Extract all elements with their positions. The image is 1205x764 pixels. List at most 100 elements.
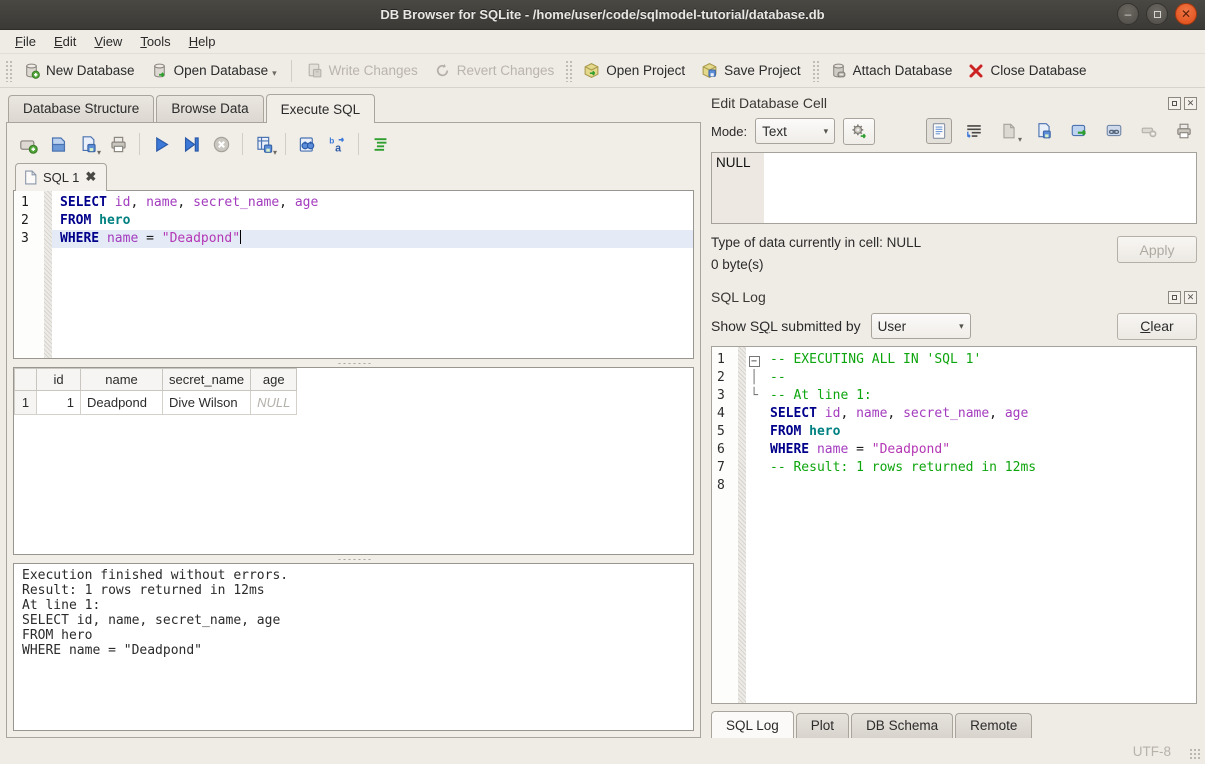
export-data-button[interactable]: [1031, 118, 1057, 144]
maximize-button[interactable]: [1146, 3, 1168, 25]
sql-code-area[interactable]: SELECT id, name, secret_name, age FROM h…: [52, 191, 693, 358]
splitter-results-message[interactable]: [11, 555, 696, 563]
open-database-dropdown-icon[interactable]: ▾: [272, 68, 277, 79]
new-database-button[interactable]: New Database: [15, 58, 143, 83]
apply-button[interactable]: Apply: [1117, 236, 1197, 263]
tab-plot[interactable]: Plot: [796, 713, 849, 738]
tab-database-structure[interactable]: Database Structure: [8, 95, 154, 122]
word-wrap-icon: [965, 122, 983, 140]
log-line: -- At line 1:: [762, 387, 1196, 405]
float-panel-button[interactable]: [1168, 97, 1181, 110]
resize-grip[interactable]: [1189, 748, 1201, 760]
encoding-indicator[interactable]: UTF-8: [1133, 744, 1171, 759]
column-header-name[interactable]: name: [81, 369, 163, 391]
float-panel-button[interactable]: [1168, 291, 1181, 304]
cell-secret-name[interactable]: Dive Wilson: [163, 391, 251, 415]
cell-editor[interactable]: NULL: [711, 152, 1197, 224]
cell-id[interactable]: 1: [37, 391, 81, 415]
replace-button[interactable]: ba: [324, 131, 350, 157]
table-row[interactable]: 1 1 Deadpond Dive Wilson NULL: [15, 391, 297, 415]
tab-browse-data[interactable]: Browse Data: [156, 95, 263, 122]
sql-tabbar: SQL 1 ✖: [11, 161, 696, 190]
new-sql-tab-button[interactable]: [15, 131, 41, 157]
close-database-button[interactable]: Close Database: [960, 59, 1094, 83]
log-line: SELECT id, name, secret_name, age: [762, 405, 1196, 423]
log-code-area: -- EXECUTING ALL IN 'SQL 1' -- -- At lin…: [762, 347, 1196, 703]
splitter-editor-results[interactable]: [11, 359, 696, 367]
execution-message[interactable]: Execution finished without errors. Resul…: [13, 563, 694, 731]
toolbar-drag-handle[interactable]: [812, 60, 819, 82]
revert-changes-button[interactable]: Revert Changes: [426, 58, 563, 83]
print-sql-button[interactable]: [105, 131, 131, 157]
column-header-age[interactable]: age: [251, 369, 297, 391]
menu-edit[interactable]: Edit: [45, 31, 85, 52]
save-sql-file-button[interactable]: ▾: [75, 131, 101, 157]
fold-collapse-icon[interactable]: −: [749, 356, 760, 367]
column-header-id[interactable]: id: [37, 369, 81, 391]
sql-editor[interactable]: 1 2 3 SELECT id, name, secret_name, age …: [13, 190, 694, 359]
log-line: -- EXECUTING ALL IN 'SQL 1': [762, 351, 1196, 369]
toolbar-drag-handle[interactable]: [5, 60, 12, 82]
word-wrap-button[interactable]: [961, 118, 987, 144]
menu-view[interactable]: View: [85, 31, 131, 52]
cell-toolbar: ▾: [926, 118, 1197, 144]
sql-tab-1[interactable]: SQL 1 ✖: [15, 163, 107, 191]
execute-all-button[interactable]: [148, 131, 174, 157]
mode-select[interactable]: Text ▾: [755, 118, 835, 144]
print-cell-button[interactable]: [1171, 118, 1197, 144]
set-null-icon: [1140, 122, 1158, 140]
toolbar-drag-handle[interactable]: [565, 60, 572, 82]
menu-help[interactable]: Help: [180, 31, 225, 52]
log-filter-select[interactable]: User ▾: [871, 313, 971, 339]
results-grid[interactable]: id name secret_name age 1 1 Deadpond Div…: [13, 367, 694, 555]
menu-tools[interactable]: Tools: [131, 31, 179, 52]
tab-sql-log[interactable]: SQL Log: [711, 711, 794, 738]
open-database-button[interactable]: Open Database ▾: [143, 58, 285, 83]
save-results-button[interactable]: ▾: [251, 131, 277, 157]
tab-db-schema[interactable]: DB Schema: [851, 713, 953, 738]
sql-log-viewer[interactable]: 1 2 3 4 5 6 7 8 − │ └: [711, 346, 1197, 704]
auto-switch-mode-button[interactable]: [843, 118, 875, 145]
find-button[interactable]: [294, 131, 320, 157]
menu-file[interactable]: File: [6, 31, 45, 52]
apply-cell-button[interactable]: [1066, 118, 1092, 144]
cell-age[interactable]: NULL: [251, 391, 297, 415]
set-null-button[interactable]: [1136, 118, 1162, 144]
attach-database-button[interactable]: Attach Database: [822, 58, 961, 83]
close-button[interactable]: ✕: [1175, 3, 1197, 25]
save-sql-dropdown-icon[interactable]: ▾: [97, 149, 101, 157]
print-icon: [109, 135, 128, 154]
open-project-button[interactable]: Open Project: [575, 58, 693, 83]
text-mode-button[interactable]: [926, 118, 952, 144]
row-number[interactable]: 1: [15, 391, 37, 415]
close-panel-button[interactable]: ✕: [1184, 291, 1197, 304]
database-new-icon: [23, 62, 40, 79]
write-changes-button[interactable]: Write Changes: [298, 58, 426, 83]
open-link-button[interactable]: [1101, 118, 1127, 144]
titlebar[interactable]: DB Browser for SQLite - /home/user/code/…: [0, 0, 1205, 30]
clear-log-button[interactable]: Clear: [1117, 313, 1197, 340]
import-data-button[interactable]: ▾: [996, 118, 1022, 144]
corner-header[interactable]: [15, 369, 37, 391]
gear-icon: [850, 122, 868, 140]
minimize-button[interactable]: –: [1117, 3, 1139, 25]
format-sql-button[interactable]: [367, 131, 393, 157]
close-panel-button[interactable]: ✕: [1184, 97, 1197, 110]
execute-line-button[interactable]: [178, 131, 204, 157]
open-sql-file-button[interactable]: [45, 131, 71, 157]
cell-name[interactable]: Deadpond: [81, 391, 163, 415]
float-icon: [1172, 101, 1177, 106]
save-sql-file-icon: [79, 135, 98, 154]
fold-margin[interactable]: − │ └: [746, 347, 762, 703]
execute-sql-panel: ▾: [6, 122, 701, 738]
cell-info-row: Type of data currently in cell: NULL 0 b…: [709, 224, 1199, 282]
stop-button[interactable]: [208, 131, 234, 157]
save-results-dropdown-icon[interactable]: ▾: [273, 149, 277, 157]
column-header-secret-name[interactable]: secret_name: [163, 369, 251, 391]
close-sql-tab-icon[interactable]: ✖: [85, 169, 96, 185]
tab-execute-sql[interactable]: Execute SQL: [266, 94, 376, 123]
cell-editor-gutter: NULL: [712, 153, 764, 223]
save-project-button[interactable]: Save Project: [693, 58, 809, 83]
tab-remote[interactable]: Remote: [955, 713, 1032, 738]
export-data-icon: [1035, 122, 1053, 140]
